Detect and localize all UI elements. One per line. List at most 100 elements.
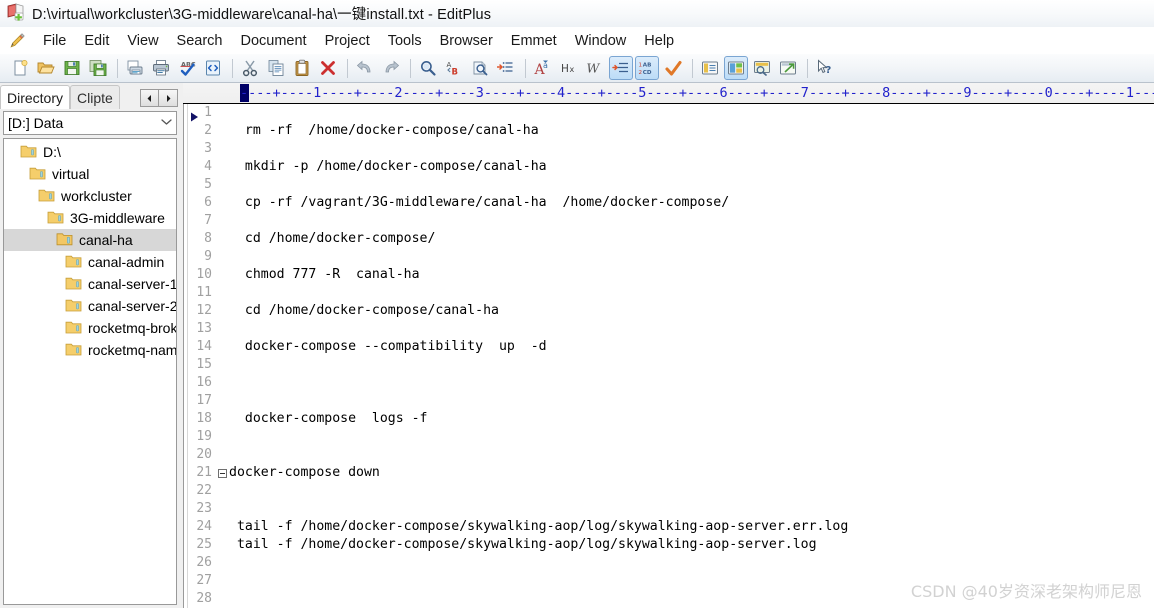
bookmark-triangle-icon[interactable] [190, 109, 199, 127]
code-line[interactable]: 10 chmod 777 -R canal-ha [183, 266, 1154, 284]
code-line[interactable]: 9 [183, 248, 1154, 266]
drive-selector-value: [D:] Data [8, 115, 64, 131]
menu-search[interactable]: Search [168, 31, 232, 51]
code-line[interactable]: 21 docker-compose down [183, 464, 1154, 482]
code-area[interactable]: 1 2 rm -rf /home/docker-compose/canal-ha… [183, 104, 1154, 608]
toolbar-separator [692, 58, 693, 78]
gutter-divider [183, 104, 184, 608]
menu-browser[interactable]: Browser [431, 31, 502, 51]
menu-window[interactable]: Window [566, 31, 636, 51]
code-line[interactable]: 13 [183, 320, 1154, 338]
find-in-files-icon[interactable] [468, 56, 492, 80]
context-help-icon[interactable]: ? [813, 56, 837, 80]
undo-arrow-icon[interactable] [353, 56, 377, 80]
code-line[interactable]: 23 [183, 500, 1154, 518]
code-line[interactable]: 22 [183, 482, 1154, 500]
word-wrap-icon[interactable]: W [583, 56, 607, 80]
save-all-icon[interactable] [86, 56, 110, 80]
toolbar-separator [410, 58, 411, 78]
tree-item-d-root[interactable]: D:\ [4, 141, 176, 163]
print-preview-icon[interactable] [123, 56, 147, 80]
code-line[interactable]: 20 [183, 446, 1154, 464]
menu-tools[interactable]: Tools [379, 31, 431, 51]
open-folder-icon[interactable] [34, 56, 58, 80]
view-source-icon[interactable] [201, 56, 225, 80]
tree-item-canal-ha[interactable]: canal-ha [4, 229, 176, 251]
toolbar-separator [807, 58, 808, 78]
document-selector-icon[interactable] [698, 56, 722, 80]
indent-icon[interactable] [609, 56, 633, 80]
code-line[interactable]: 5 [183, 176, 1154, 194]
menu-edit[interactable]: Edit [75, 31, 118, 51]
folder-icon [20, 144, 37, 161]
cut-scissors-icon[interactable] [238, 56, 262, 80]
menu-help[interactable]: Help [635, 31, 683, 51]
paste-clipboard-icon[interactable] [290, 56, 314, 80]
tree-item-virtual[interactable]: virtual [4, 163, 176, 185]
code-line[interactable]: 4 mkdir -p /home/docker-compose/canal-ha [183, 158, 1154, 176]
toggle-panel-icon[interactable] [724, 56, 748, 80]
copy-icon[interactable] [264, 56, 288, 80]
find-magnifier-icon[interactable] [416, 56, 440, 80]
tree-item-rocketmq-namesrv[interactable]: rocketmq-nam [4, 339, 176, 361]
svg-text:2: 2 [639, 70, 643, 76]
line-text: cd /home/docker-compose/ [229, 231, 436, 246]
tree-item-canal-admin[interactable]: canal-admin [4, 251, 176, 273]
directory-tree[interactable]: D:\ virtual workcluster 3G-middleware ca… [3, 138, 177, 605]
code-line[interactable]: 17 [183, 392, 1154, 410]
menu-project[interactable]: Project [316, 31, 379, 51]
save-icon[interactable] [60, 56, 84, 80]
tree-item-canal-server-2[interactable]: canal-server-2 [4, 295, 176, 317]
line-text: chmod 777 -R canal-ha [229, 267, 420, 282]
tab-cliptext[interactable]: Clipte [70, 85, 120, 109]
line-numbers-icon[interactable]: 1 2 AB CD [635, 56, 659, 80]
code-line[interactable]: 14 docker-compose --compatibility up -d [183, 338, 1154, 356]
code-line[interactable]: 19 [183, 428, 1154, 446]
code-line[interactable]: 24 tail -f /home/docker-compose/skywalki… [183, 518, 1154, 536]
new-file-icon[interactable] [8, 56, 32, 80]
tab-directory[interactable]: Directory [0, 85, 71, 109]
delete-x-icon[interactable] [316, 56, 340, 80]
code-line[interactable]: 26 [183, 554, 1154, 572]
hex-viewer-icon[interactable]: Hx [557, 56, 581, 80]
code-line[interactable]: 18 docker-compose logs -f [183, 410, 1154, 428]
folder-icon [38, 188, 55, 205]
code-line[interactable]: 1 [183, 104, 1154, 122]
svg-text:B: B [452, 68, 458, 78]
window-title: D:\virtual\workcluster\3G-middleware\can… [32, 7, 492, 23]
menu-document[interactable]: Document [232, 31, 316, 51]
fold-cell[interactable] [215, 468, 229, 478]
font-format-icon[interactable]: Aa [531, 56, 555, 80]
tree-item-3g-middleware[interactable]: 3G-middleware [4, 207, 176, 229]
drive-selector[interactable]: [D:] Data [3, 111, 177, 135]
spellcheck-icon[interactable]: ABC [175, 56, 199, 80]
code-line[interactable]: 7 [183, 212, 1154, 230]
print-icon[interactable] [149, 56, 173, 80]
tree-item-rocketmq-broker[interactable]: rocketmq-brok [4, 317, 176, 339]
code-line[interactable]: 2 rm -rf /home/docker-compose/canal-ha [183, 122, 1154, 140]
replace-ab-icon[interactable]: AB [442, 56, 466, 80]
code-line[interactable]: 3 [183, 140, 1154, 158]
code-line[interactable]: 16 [183, 374, 1154, 392]
fold-collapse-icon[interactable] [217, 468, 227, 478]
code-line[interactable]: 12 cd /home/docker-compose/canal-ha [183, 302, 1154, 320]
checkmark-icon[interactable] [661, 56, 685, 80]
code-line[interactable]: 11 [183, 284, 1154, 302]
goto-line-icon[interactable] [494, 56, 518, 80]
text-editor[interactable]: ----+----1----+----2----+----3----+----4… [183, 83, 1154, 608]
tree-item-canal-server-1[interactable]: canal-server-1 [4, 273, 176, 295]
redo-arrow-icon[interactable] [379, 56, 403, 80]
code-line[interactable]: 6 cp -rf /vagrant/3G-middleware/canal-ha… [183, 194, 1154, 212]
toolbar-separator [232, 58, 233, 78]
code-line[interactable]: 8 cd /home/docker-compose/ [183, 230, 1154, 248]
preview-browser-icon[interactable] [750, 56, 774, 80]
code-line[interactable]: 15 [183, 356, 1154, 374]
tree-item-workcluster[interactable]: workcluster [4, 185, 176, 207]
menu-view[interactable]: View [118, 31, 167, 51]
menu-file[interactable]: File [34, 31, 75, 51]
triangle-right-icon[interactable] [159, 89, 178, 107]
menu-emmet[interactable]: Emmet [502, 31, 566, 51]
triangle-left-icon[interactable] [140, 89, 159, 107]
code-line[interactable]: 25 tail -f /home/docker-compose/skywalki… [183, 536, 1154, 554]
external-browser-icon[interactable] [776, 56, 800, 80]
